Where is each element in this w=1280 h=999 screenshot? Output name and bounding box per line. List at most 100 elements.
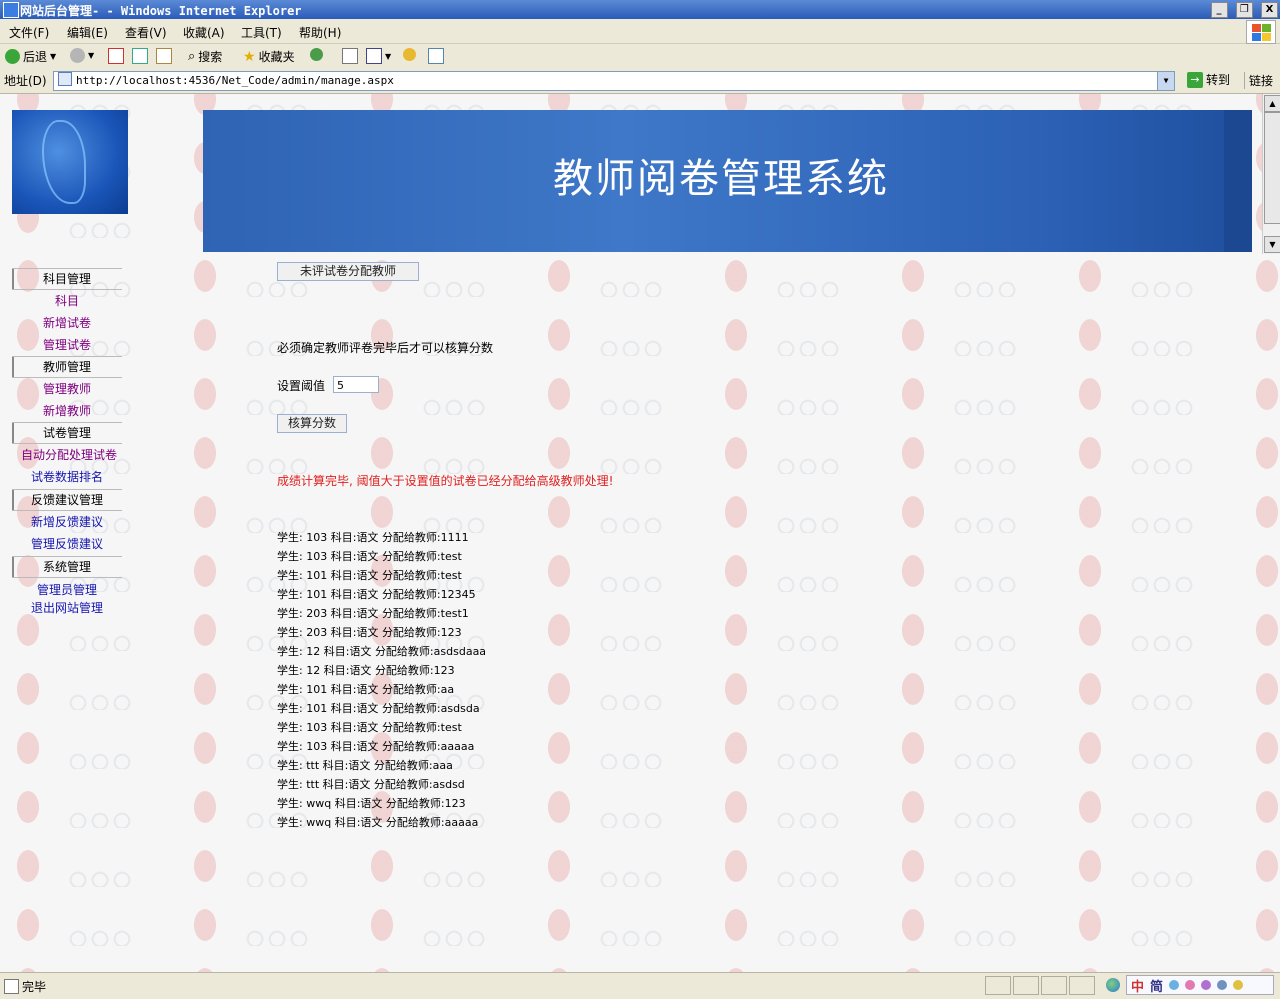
sidebar-item-new-teacher[interactable]: 新增教师 (43, 402, 91, 419)
address-input[interactable]: http://localhost:4536/Net_Code/admin/man… (53, 71, 1175, 91)
assignment-row: 学生: 101 科目:语文 分配给教师:aa (277, 681, 454, 697)
back-label: 后退 (23, 50, 48, 64)
sidebar-item-subject[interactable]: 科目 (55, 292, 79, 309)
go-arrow-icon: → (1187, 71, 1203, 88)
assign-teacher-button[interactable]: 未评试卷分配教师 (277, 262, 419, 281)
ime-skin-icon[interactable] (1201, 980, 1212, 990)
ime-softkeyboard-icon[interactable] (1185, 980, 1196, 990)
ime-toolbar[interactable]: 中 简 (1126, 975, 1274, 995)
threshold-label: 设置阈值 (277, 379, 326, 393)
scroll-down-icon[interactable]: ▼ (1264, 236, 1280, 253)
row-subject: 语文 (356, 721, 379, 734)
history-icon (310, 48, 323, 61)
assignment-row: 学生: wwq 科目:语文 分配给教师:aaaaa (277, 814, 478, 830)
ime-simplified-toggle[interactable]: 简 (1150, 976, 1163, 995)
calculate-scores-button[interactable]: 核算分数 (277, 414, 347, 433)
links-button[interactable]: 链接 (1244, 72, 1273, 89)
sidebar-item-ranking[interactable]: 试卷数据排名 (31, 468, 103, 485)
sidebar-section-subjects: 科目管理 (12, 268, 122, 290)
close-button[interactable]: X (1261, 2, 1278, 18)
sidebar-item-manage-teachers[interactable]: 管理教师 (43, 380, 91, 397)
menu-help[interactable]: 帮助(H) (299, 24, 341, 41)
favorites-button[interactable]: ★ 收藏夹 (243, 48, 295, 65)
row-teacher-label: 分配给教师: (381, 607, 441, 620)
media-button[interactable] (428, 48, 444, 64)
row-student: 103 (306, 550, 328, 563)
assignment-row: 学生: 101 科目:语文 分配给教师:12345 (277, 586, 476, 602)
window-title-bar: 网站后台管理- - Windows Internet Explorer _ ❐ … (0, 0, 1280, 19)
messenger-button[interactable] (403, 48, 416, 61)
status-bar: 完毕 中 简 (0, 972, 1280, 999)
row-subject: 语文 (360, 816, 383, 829)
history-button[interactable] (310, 48, 323, 61)
row-subject-label: 科目: (334, 816, 361, 829)
row-student: 12 (306, 645, 321, 658)
sidebar-item-auto-assign[interactable]: 自动分配处理试卷 (21, 446, 117, 463)
vertical-scrollbar[interactable]: ▲ ▼ (1262, 94, 1280, 254)
ime-help-icon[interactable] (1233, 980, 1244, 990)
assignment-row: 学生: 203 科目:语文 分配给教师:test1 (277, 605, 469, 621)
row-subject-label: 科目: (323, 664, 350, 677)
row-teacher: aaa (432, 759, 453, 772)
home-button[interactable] (156, 48, 172, 64)
sidebar-item-logout[interactable]: 退出网站管理 (31, 599, 103, 616)
row-subject: 语文 (356, 683, 379, 696)
refresh-button[interactable] (132, 48, 148, 64)
row-student: 203 (306, 607, 328, 620)
row-teacher: asdsdaaa (433, 645, 487, 658)
threshold-input[interactable]: 5 (333, 376, 379, 393)
menu-edit[interactable]: 编辑(E) (67, 24, 108, 41)
edit-button[interactable]: ▼ (366, 48, 391, 64)
row-teacher-label: 分配给教师: (381, 683, 441, 696)
row-student-label: 学生: (277, 721, 303, 734)
restore-button[interactable]: ❐ (1235, 2, 1253, 18)
search-button[interactable]: ⌕ 搜索 (188, 48, 222, 65)
row-student: wwq (306, 797, 332, 810)
menu-file[interactable]: 文件(F) (9, 24, 49, 41)
ime-chinese-toggle[interactable]: 中 (1131, 976, 1144, 995)
forward-button[interactable]: ▼ (70, 48, 94, 63)
row-subject-label: 科目: (323, 645, 350, 658)
row-teacher-label: 分配给教师: (374, 645, 434, 658)
search-icon: ⌕ (188, 49, 196, 64)
minimize-button[interactable]: _ (1210, 2, 1228, 18)
sidebar-item-manage-feedback[interactable]: 管理反馈建议 (31, 535, 103, 552)
ime-punctuation-icon[interactable] (1169, 980, 1180, 990)
sidebar-item-admins[interactable]: 管理员管理 (37, 581, 97, 598)
row-subject-label: 科目: (330, 740, 357, 753)
go-label: 转到 (1206, 73, 1231, 87)
chevron-down-icon[interactable]: ▼ (1157, 72, 1174, 90)
back-button[interactable]: 后退 ▼ (5, 48, 56, 65)
assignment-row: 学生: 103 科目:语文 分配给教师:aaaaa (277, 738, 474, 754)
menu-tools[interactable]: 工具(T) (241, 24, 282, 41)
row-student-label: 学生: (277, 664, 303, 677)
menu-bar: 文件(F) 编辑(E) 查看(V) 收藏(A) 工具(T) 帮助(H) (0, 19, 1280, 44)
scroll-up-icon[interactable]: ▲ (1264, 95, 1280, 112)
row-teacher-label: 分配给教师: (381, 531, 441, 544)
scroll-thumb[interactable] (1264, 112, 1280, 224)
print-button[interactable] (342, 48, 358, 64)
menu-view[interactable]: 查看(V) (125, 24, 167, 41)
ime-settings-icon[interactable] (1217, 980, 1228, 990)
row-teacher: test (440, 569, 462, 582)
sidebar-item-new-paper[interactable]: 新增试卷 (43, 314, 91, 331)
sidebar-item-manage-papers[interactable]: 管理试卷 (43, 336, 91, 353)
row-teacher-label: 分配给教师: (381, 550, 441, 563)
menu-favorites[interactable]: 收藏(A) (183, 24, 225, 41)
assignment-row: 学生: 12 科目:语文 分配给教师:asdsdaaa (277, 643, 486, 659)
page-content: 教师阅卷管理系统 科目管理 科目 新增试卷 管理试卷 教师管理 管理教师 新增教… (0, 94, 1262, 970)
stop-button[interactable] (108, 48, 124, 64)
toolbar: 后退 ▼ ▼ ⌕ 搜索 ★ 收藏夹 ▼ (0, 44, 1280, 70)
row-student-label: 学生: (277, 645, 303, 658)
row-teacher-label: 分配给教师: (381, 588, 441, 601)
row-student: wwq (306, 816, 332, 829)
row-subject: 语文 (356, 702, 379, 715)
row-teacher: aa (440, 683, 455, 696)
row-student-label: 学生: (277, 778, 303, 791)
sidebar-item-new-feedback[interactable]: 新增反馈建议 (31, 513, 103, 530)
assignment-row: 学生: 12 科目:语文 分配给教师:123 (277, 662, 455, 678)
go-button[interactable]: → 转到 (1187, 71, 1230, 88)
row-teacher-label: 分配给教师: (381, 626, 441, 639)
row-teacher: 123 (433, 664, 455, 677)
internet-zone-icon (1106, 978, 1120, 992)
